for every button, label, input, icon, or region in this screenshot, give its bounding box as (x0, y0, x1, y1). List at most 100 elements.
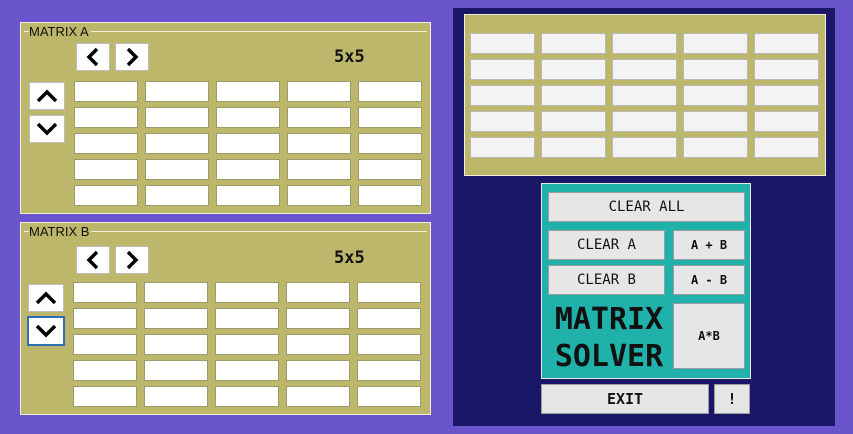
app-title-line2: SOLVER (554, 339, 664, 374)
result-cell[interactable] (541, 137, 606, 158)
control-panel: CLEAR ALL CLEAR A A + B CLEAR B A - B MA… (541, 183, 751, 379)
result-cell[interactable] (683, 137, 748, 158)
matrix-b-cell[interactable] (144, 386, 208, 407)
clear-a-button[interactable]: CLEAR A (548, 230, 665, 260)
result-cell[interactable] (754, 111, 819, 132)
matrix-b-cell[interactable] (144, 308, 208, 329)
matrix-b-cell[interactable] (215, 334, 279, 355)
matrix-b-cell[interactable] (215, 282, 279, 303)
subtract-button[interactable]: A - B (673, 265, 745, 295)
result-cell[interactable] (754, 85, 819, 106)
matrix-b-cell[interactable] (286, 360, 350, 381)
matrix-b-cell[interactable] (215, 386, 279, 407)
matrix-a-cell[interactable] (358, 159, 422, 180)
matrix-a-cell[interactable] (216, 185, 280, 206)
result-cell[interactable] (754, 59, 819, 80)
matrix-a-cell[interactable] (145, 159, 209, 180)
result-cell[interactable] (470, 111, 535, 132)
matrix-a-cell[interactable] (216, 159, 280, 180)
exit-button[interactable]: EXIT (541, 384, 709, 414)
result-cell[interactable] (470, 59, 535, 80)
result-cell[interactable] (470, 85, 535, 106)
matrix-a-cell[interactable] (74, 133, 138, 154)
result-cell[interactable] (470, 137, 535, 158)
matrix-b-cell[interactable] (73, 386, 137, 407)
matrix-b-rows-decrease-button[interactable] (28, 284, 64, 312)
matrix-b-cols-decrease-button[interactable] (76, 246, 110, 274)
matrix-b-cell[interactable] (144, 360, 208, 381)
result-cell[interactable] (612, 111, 677, 132)
matrix-a-cell[interactable] (74, 185, 138, 206)
result-cell[interactable] (683, 33, 748, 54)
multiply-button[interactable]: A*B (673, 303, 745, 369)
result-cell[interactable] (541, 111, 606, 132)
add-button[interactable]: A + B (673, 230, 745, 260)
matrix-a-cell[interactable] (287, 159, 351, 180)
matrix-b-cell[interactable] (73, 360, 137, 381)
matrix-b-cols-increase-button[interactable] (115, 246, 149, 274)
matrix-a-cell[interactable] (145, 107, 209, 128)
chevron-right-icon (126, 250, 139, 270)
result-cell[interactable] (541, 59, 606, 80)
matrix-a-rows-decrease-button[interactable] (29, 82, 65, 110)
matrix-a-cell[interactable] (145, 133, 209, 154)
matrix-b-cell[interactable] (286, 386, 350, 407)
matrix-a-cell[interactable] (145, 81, 209, 102)
matrix-b-rows-increase-button[interactable] (27, 316, 65, 346)
matrix-a-title: MATRIX A (29, 24, 91, 39)
matrix-b-cell[interactable] (286, 308, 350, 329)
clear-all-button[interactable]: CLEAR ALL (548, 192, 745, 222)
matrix-a-cell[interactable] (74, 159, 138, 180)
result-cell[interactable] (683, 85, 748, 106)
matrix-b-cell[interactable] (286, 282, 350, 303)
matrix-a-cell[interactable] (216, 133, 280, 154)
matrix-b-cell[interactable] (144, 334, 208, 355)
matrix-a-cell[interactable] (216, 81, 280, 102)
clear-b-button[interactable]: CLEAR B (548, 265, 665, 295)
result-cell[interactable] (541, 85, 606, 106)
info-button[interactable]: ! (714, 384, 750, 414)
result-cell[interactable] (683, 59, 748, 80)
matrix-b-cell[interactable] (357, 386, 421, 407)
matrix-b-cell[interactable] (73, 308, 137, 329)
result-cell[interactable] (541, 33, 606, 54)
matrix-a-cell[interactable] (145, 185, 209, 206)
matrix-b-cell[interactable] (357, 282, 421, 303)
chevron-left-icon (86, 250, 99, 270)
matrix-a-cell[interactable] (358, 185, 422, 206)
result-cell[interactable] (754, 33, 819, 54)
matrix-b-cell[interactable] (357, 308, 421, 329)
result-cell[interactable] (612, 137, 677, 158)
result-cell[interactable] (683, 111, 748, 132)
matrix-b-cell[interactable] (215, 360, 279, 381)
result-cell[interactable] (612, 59, 677, 80)
matrix-a-cell[interactable] (358, 133, 422, 154)
matrix-a-cell[interactable] (287, 133, 351, 154)
matrix-a-rows-increase-button[interactable] (29, 115, 65, 143)
matrix-a-cols-increase-button[interactable] (115, 43, 149, 71)
chevron-up-icon (35, 291, 57, 305)
matrix-a-size-label: 5x5 (334, 47, 365, 67)
result-cell[interactable] (754, 137, 819, 158)
matrix-b-cell[interactable] (215, 308, 279, 329)
matrix-a-cell[interactable] (287, 81, 351, 102)
result-cell[interactable] (612, 85, 677, 106)
matrix-a-cell[interactable] (74, 107, 138, 128)
matrix-b-cell[interactable] (286, 334, 350, 355)
result-cell[interactable] (612, 33, 677, 54)
chevron-down-icon (35, 324, 57, 338)
matrix-b-cell[interactable] (73, 282, 137, 303)
matrix-b-cell[interactable] (357, 360, 421, 381)
matrix-a-cell[interactable] (287, 107, 351, 128)
matrix-a-cols-decrease-button[interactable] (76, 43, 110, 71)
matrix-a-cell[interactable] (358, 81, 422, 102)
matrix-a-cell[interactable] (216, 107, 280, 128)
matrix-a-cell[interactable] (358, 107, 422, 128)
matrix-b-cell[interactable] (144, 282, 208, 303)
matrix-a-cell[interactable] (287, 185, 351, 206)
result-cell[interactable] (470, 33, 535, 54)
matrix-b-cell[interactable] (357, 334, 421, 355)
matrix-b-size-label: 5x5 (334, 248, 365, 268)
matrix-a-cell[interactable] (74, 81, 138, 102)
matrix-b-cell[interactable] (73, 334, 137, 355)
